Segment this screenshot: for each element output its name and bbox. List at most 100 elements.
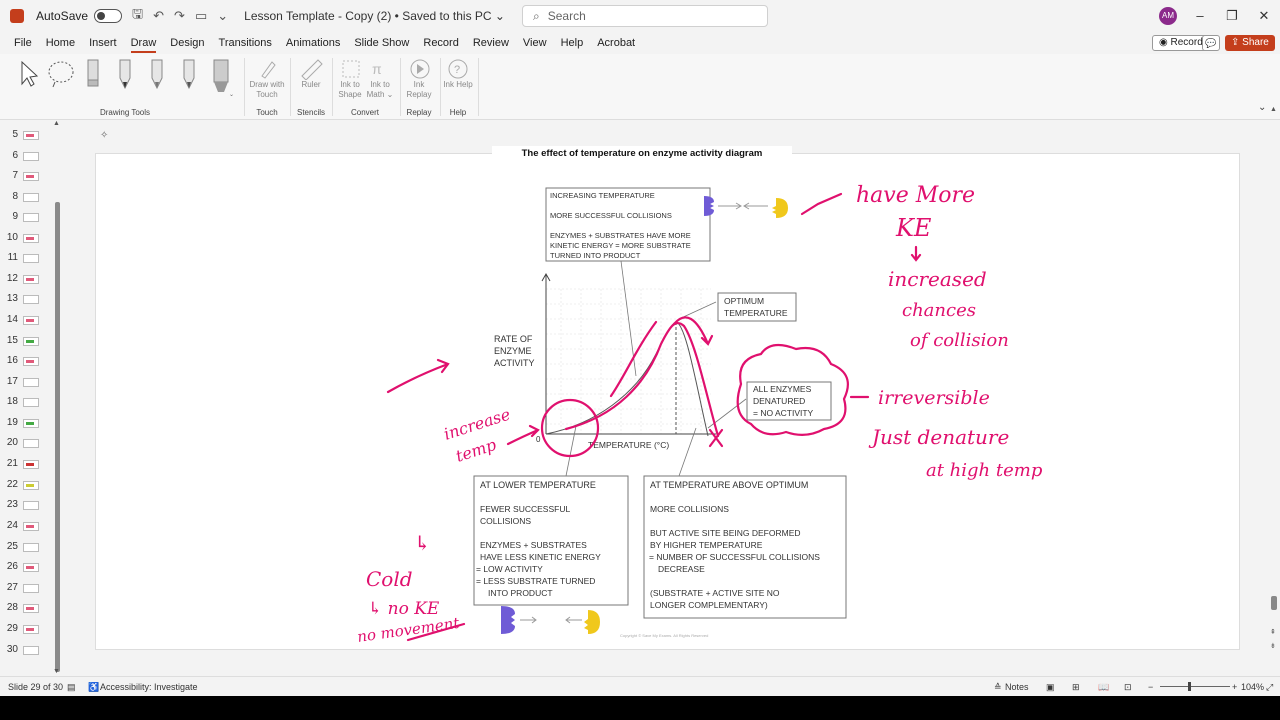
close-icon[interactable]: ✕ <box>1254 8 1274 24</box>
pen-dark-icon[interactable] <box>182 58 196 90</box>
ink-replay-icon[interactable] <box>409 58 431 80</box>
tab-help[interactable]: Help <box>561 37 584 49</box>
thumbnail-item[interactable]: 14 <box>0 310 50 330</box>
tab-home[interactable]: Home <box>46 37 75 49</box>
zoom-slider-thumb[interactable] <box>1188 682 1191 691</box>
normal-view-icon[interactable]: ▣ <box>1046 682 1055 693</box>
tab-slide-show[interactable]: Slide Show <box>354 37 409 49</box>
thumbnail-item[interactable]: 21 <box>0 454 50 474</box>
search-input[interactable]: ⌕ Search <box>522 5 768 27</box>
ruler-icon[interactable] <box>300 58 324 80</box>
select-arrow-icon[interactable] <box>18 60 38 88</box>
thumbnail-item[interactable]: 17 <box>0 372 50 392</box>
thumbnail-item[interactable]: 22 <box>0 475 50 495</box>
prev-slide-icon[interactable]: ⇞ <box>1270 628 1276 636</box>
thumbnail-scrollbar[interactable] <box>55 202 60 672</box>
undo-icon[interactable]: ↶ <box>153 8 164 24</box>
search-icon: ⌕ <box>533 8 540 23</box>
box-lower-line: INTO PRODUCT <box>488 588 553 598</box>
slide-scrollbar[interactable]: ▲ ⇞ ⇟ <box>1270 106 1278 676</box>
slide-canvas[interactable]: The effect of temperature on enzyme acti… <box>95 146 1240 650</box>
thumbnail-item[interactable]: 11 <box>0 248 50 268</box>
document-title[interactable]: Lesson Template - Copy (2) • Saved to th… <box>244 9 505 23</box>
tab-acrobat[interactable]: Acrobat <box>597 37 635 49</box>
pen-black-icon[interactable] <box>118 58 132 90</box>
fit-to-window-icon[interactable]: ⤢ <box>1266 682 1273 693</box>
next-slide-icon[interactable]: ⇟ <box>1270 642 1276 650</box>
notes-button[interactable]: Notes <box>1005 682 1029 692</box>
tab-record[interactable]: Record <box>423 37 458 49</box>
thumbnail-number: 6 <box>12 150 18 161</box>
thumbnail-item[interactable]: 24 <box>0 516 50 536</box>
ink-help-icon[interactable]: ? <box>447 58 469 80</box>
save-icon[interactable]: 🖫 <box>132 5 143 27</box>
convert-group-label: Convert <box>350 108 379 117</box>
notes-icon[interactable]: ≙ <box>994 682 1002 693</box>
thumbnail-item[interactable]: 9 <box>0 207 50 227</box>
eraser-icon[interactable] <box>86 58 100 90</box>
tab-draw[interactable]: Draw <box>130 37 156 53</box>
tab-animations[interactable]: Animations <box>286 37 340 49</box>
thumbnail-item[interactable]: 27 <box>0 578 50 598</box>
tab-review[interactable]: Review <box>473 37 509 49</box>
slide-sorter-icon[interactable]: ⊞ <box>1072 682 1080 693</box>
thumbnail-item[interactable]: 28 <box>0 598 50 618</box>
spell-check-icon[interactable]: ▤ <box>67 682 76 693</box>
thumbnail-item[interactable]: 18 <box>0 392 50 412</box>
highlighter-icon[interactable]: ⌄ <box>212 58 234 98</box>
thumbnail-item[interactable]: 8 <box>0 187 50 207</box>
tab-insert[interactable]: Insert <box>89 37 117 49</box>
ink-to-math-icon[interactable]: π <box>370 58 392 80</box>
zoom-slider[interactable] <box>1160 686 1230 687</box>
copyright-text: Copyright © Save My Exams. All Rights Re… <box>620 633 708 638</box>
tab-design[interactable]: Design <box>170 37 204 49</box>
thumbnail-item[interactable]: 23 <box>0 495 50 515</box>
zoom-out-icon[interactable]: − <box>1148 682 1153 692</box>
thumbnail-item[interactable]: 29 <box>0 619 50 639</box>
ink-increased: increased <box>888 267 987 291</box>
thumbnail-item[interactable]: 5 <box>0 125 50 145</box>
comments-button[interactable]: 💬 <box>1202 35 1220 51</box>
thumbnail-item[interactable]: 12 <box>0 269 50 289</box>
thumbnail-item[interactable]: 19 <box>0 413 50 433</box>
scrollbar-thumb[interactable] <box>1271 596 1277 610</box>
thumb-scroll-down-icon[interactable]: ▼ <box>53 668 60 675</box>
tab-file[interactable]: File <box>14 37 32 49</box>
collapse-ribbon-icon[interactable]: ⌄ <box>1258 102 1266 113</box>
customize-qat-icon[interactable]: ⌄ <box>217 8 228 24</box>
zoom-level[interactable]: 104% <box>1241 682 1264 692</box>
thumbnail-item[interactable]: 25 <box>0 537 50 557</box>
accessibility-status[interactable]: Accessibility: Investigate <box>100 682 198 692</box>
pen-gray-icon[interactable] <box>150 58 164 90</box>
tab-view[interactable]: View <box>523 37 547 49</box>
graph-grid <box>546 288 711 434</box>
thumbnail-item[interactable]: 7 <box>0 166 50 186</box>
thumbnail-item[interactable]: 13 <box>0 289 50 309</box>
redo-icon[interactable]: ↷ <box>174 8 185 24</box>
thumbnail-item[interactable]: 10 <box>0 228 50 248</box>
lasso-select-icon[interactable] <box>47 60 77 88</box>
scroll-up-icon[interactable]: ▲ <box>1270 106 1277 113</box>
zoom-in-icon[interactable]: + <box>1232 682 1237 692</box>
thumbnail-item[interactable]: 6 <box>0 146 50 166</box>
arrow-icon <box>743 202 768 210</box>
avatar[interactable]: AM <box>1159 7 1177 25</box>
thumbnail-item[interactable]: 30 <box>0 640 50 660</box>
minimize-icon[interactable]: – <box>1190 8 1210 23</box>
ink-to-shape-icon[interactable] <box>340 58 362 80</box>
present-icon[interactable]: ▭ <box>195 8 207 24</box>
thumbnail-item[interactable]: 15 <box>0 331 50 351</box>
designer-icon[interactable]: ✧ <box>100 130 114 144</box>
slideshow-icon[interactable]: ⊡ <box>1124 682 1132 693</box>
tab-transitions[interactable]: Transitions <box>219 37 272 49</box>
reading-view-icon[interactable]: 📖 <box>1098 682 1109 693</box>
autosave-toggle[interactable] <box>94 9 123 23</box>
restore-icon[interactable]: ❐ <box>1222 8 1242 24</box>
thumbnail-item[interactable]: 26 <box>0 557 50 577</box>
thumbnail-item[interactable]: 16 <box>0 351 50 371</box>
thumb-scroll-up-icon[interactable]: ▲ <box>53 120 60 127</box>
thumbnail-item[interactable]: 20 <box>0 433 50 453</box>
accessibility-icon[interactable]: ♿ <box>88 682 99 693</box>
draw-with-touch-icon[interactable] <box>256 58 278 80</box>
share-button[interactable]: ⇪ Share <box>1225 35 1275 51</box>
